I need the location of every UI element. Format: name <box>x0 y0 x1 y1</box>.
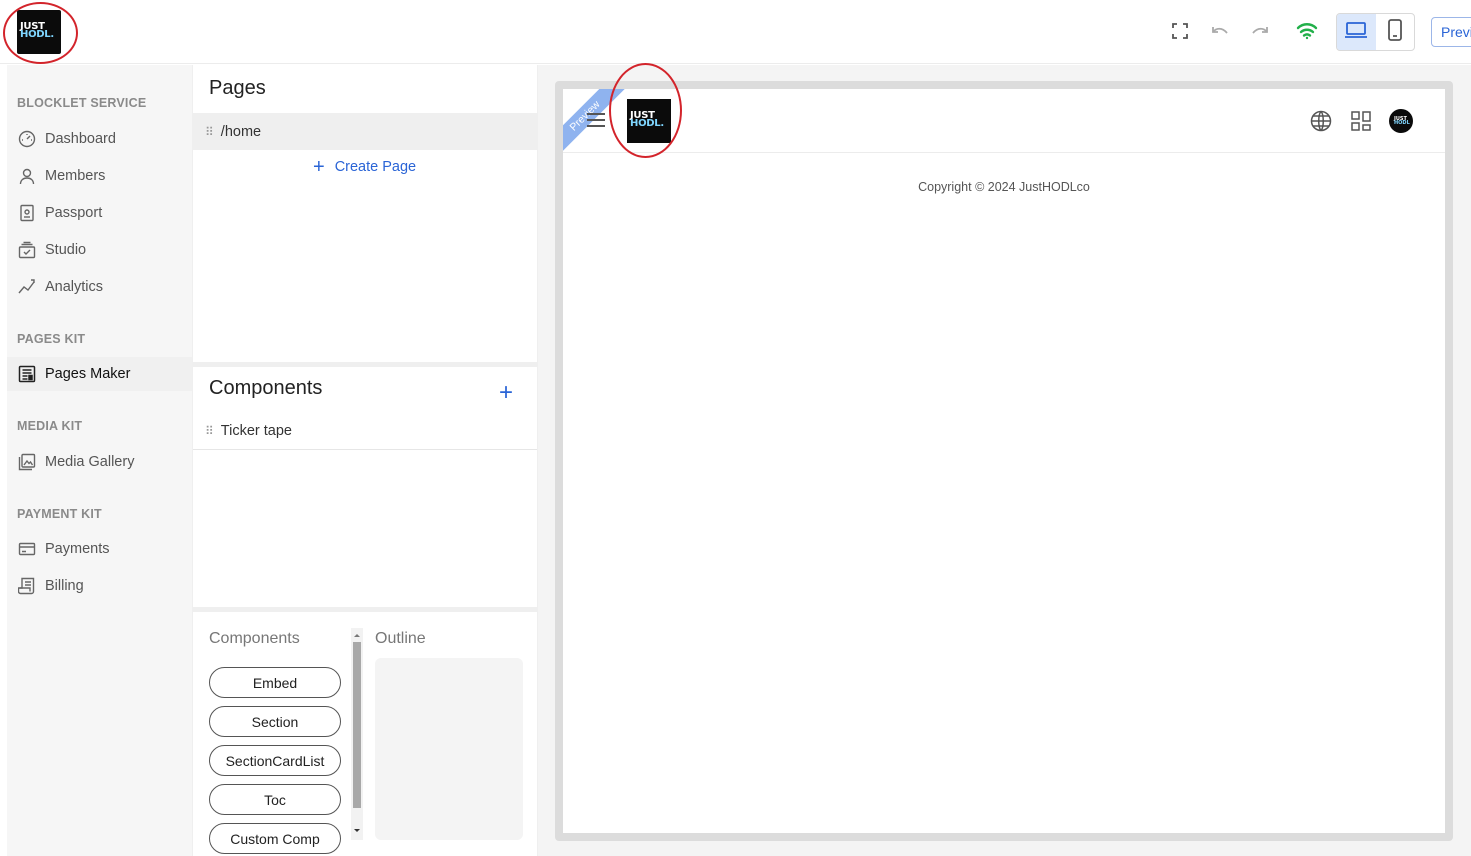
page-item-home[interactable]: ⠿ /home <box>193 113 537 150</box>
component-button-embed[interactable]: Embed <box>209 667 341 698</box>
grid-icon[interactable] <box>1349 109 1373 133</box>
red-annotation-circle <box>609 63 682 158</box>
sidebar-item-analytics[interactable]: Analytics <box>7 270 192 304</box>
device-frame: Preview JUST HODL. JUST HODL Copyright ©… <box>555 81 1453 841</box>
components-card: Components + ⠿ Ticker tape <box>193 367 537 607</box>
menu-icon[interactable] <box>587 113 605 127</box>
drag-handle-icon[interactable]: ⠿ <box>205 125 214 139</box>
outline-tree <box>375 658 523 840</box>
create-page-button[interactable]: + Create Page <box>313 156 417 178</box>
sidebar-item-label: Analytics <box>45 279 104 295</box>
component-button-toc[interactable]: Toc <box>209 784 341 815</box>
sidebar-item-label: Billing <box>45 578 84 594</box>
gallery-icon <box>17 452 37 472</box>
device-toggle <box>1336 13 1415 51</box>
plus-icon: + <box>313 156 325 178</box>
site-preview[interactable]: Preview JUST HODL. JUST HODL Copyright ©… <box>563 89 1445 833</box>
person-icon <box>17 166 37 186</box>
sidebar-item-billing[interactable]: Billing <box>7 569 192 603</box>
library-scrollbar[interactable] <box>351 628 363 840</box>
outline-title: Outline <box>375 630 426 647</box>
library-card: Components Embed Section SectionCardList… <box>193 612 537 856</box>
preview-canvas-area: Preview JUST HODL. JUST HODL Copyright ©… <box>538 65 1471 856</box>
section-title-payment-kit: PAYMENT KIT <box>17 507 102 521</box>
fullscreen-icon[interactable] <box>1167 18 1193 44</box>
sidebar-item-passport[interactable]: Passport <box>7 196 192 230</box>
scroll-down-icon[interactable] <box>351 826 363 836</box>
globe-icon[interactable] <box>1309 109 1333 133</box>
red-annotation-circle <box>3 2 78 64</box>
analytics-icon <box>17 277 37 297</box>
card-icon <box>17 539 37 559</box>
dashboard-icon <box>17 129 37 149</box>
sidebar-item-label: Dashboard <box>45 131 116 147</box>
sidebar-item-label: Pages Maker <box>45 366 131 382</box>
left-sidebar: BLOCKLET SERVICE Dashboard Members Passp… <box>7 65 192 856</box>
scrollbar-thumb[interactable] <box>353 642 361 808</box>
sidebar-item-label: Passport <box>45 205 103 221</box>
site-header: Preview JUST HODL. JUST HODL <box>563 89 1445 157</box>
phone-icon <box>1387 18 1403 46</box>
component-button-section[interactable]: Section <box>209 706 341 737</box>
pages-card: Pages ⠿ /home + Create Page <box>193 65 537 362</box>
components-title: Components <box>209 377 323 399</box>
sidebar-item-members[interactable]: Members <box>7 159 192 193</box>
wifi-icon <box>1294 18 1320 44</box>
library-components-title: Components <box>209 630 300 647</box>
undo-icon[interactable] <box>1207 18 1233 44</box>
avatar[interactable]: JUST HODL <box>1389 109 1413 133</box>
editor-panels: Pages ⠿ /home + Create Page Components +… <box>192 65 538 856</box>
component-item-label: Ticker tape <box>220 423 292 439</box>
footer-copyright: Copyright © 2024 JustHODLco <box>918 180 1090 194</box>
mobile-view-button[interactable] <box>1376 14 1415 50</box>
component-item-ticker-tape[interactable]: ⠿ Ticker tape <box>193 413 537 450</box>
page-path: /home <box>220 123 262 140</box>
component-button-sectioncardlist[interactable]: SectionCardList <box>209 745 341 776</box>
redo-icon[interactable] <box>1247 18 1273 44</box>
studio-icon <box>17 240 37 260</box>
sidebar-item-payments[interactable]: Payments <box>7 532 192 566</box>
add-component-button[interactable]: + <box>499 379 513 407</box>
sidebar-item-label: Members <box>45 168 106 184</box>
pages-title: Pages <box>209 77 266 99</box>
scroll-up-icon[interactable] <box>351 630 363 640</box>
create-page-label: Create Page <box>334 159 417 175</box>
sidebar-item-studio[interactable]: Studio <box>7 233 192 267</box>
sidebar-item-media-gallery[interactable]: Media Gallery <box>7 445 192 479</box>
sidebar-item-label: Studio <box>45 242 87 258</box>
section-title-media-kit: MEDIA KIT <box>17 419 83 433</box>
section-title-pages-kit: PAGES KIT <box>17 332 86 346</box>
section-title-blocklet-service: BLOCKLET SERVICE <box>17 96 147 110</box>
pages-maker-icon <box>17 364 37 384</box>
sidebar-item-label: Media Gallery <box>45 454 135 470</box>
laptop-icon <box>1344 20 1368 45</box>
avatar-line2: HODL <box>1394 120 1410 126</box>
top-bar: JUST HODL. Prev <box>0 0 1471 64</box>
drag-handle-icon[interactable]: ⠿ <box>205 424 214 438</box>
component-button-custom[interactable]: Custom Comp <box>209 823 341 854</box>
sidebar-item-dashboard[interactable]: Dashboard <box>7 122 192 156</box>
billing-icon <box>17 576 37 596</box>
sidebar-item-label: Payments <box>45 541 110 557</box>
passport-icon <box>17 203 37 223</box>
laptop-view-button[interactable] <box>1337 14 1376 50</box>
sidebar-item-pages-maker[interactable]: Pages Maker <box>7 357 192 391</box>
preview-button[interactable]: Preview <box>1431 17 1471 47</box>
